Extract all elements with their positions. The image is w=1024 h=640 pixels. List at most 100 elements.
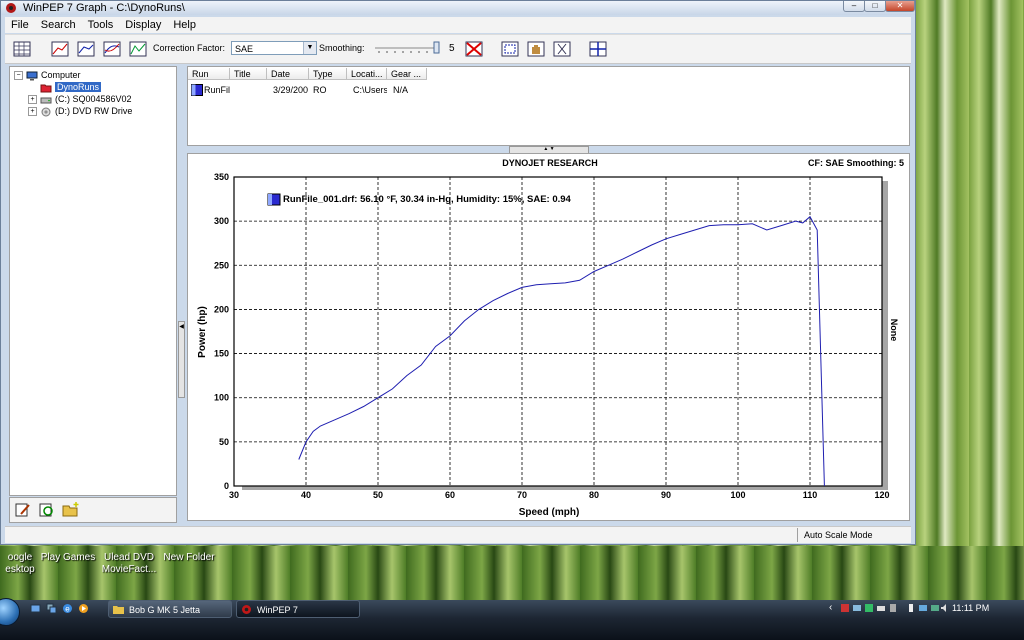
cell-location: C:\Users': [353, 85, 387, 95]
column-header-location[interactable]: Locati...: [347, 68, 387, 80]
expand-icon[interactable]: +: [28, 95, 37, 105]
menu-search[interactable]: Search: [35, 17, 82, 33]
tray-phone-icon[interactable]: [906, 603, 916, 613]
column-header-run[interactable]: Run: [188, 68, 230, 80]
tray-connection-icon[interactable]: [930, 603, 940, 613]
start-button[interactable]: [0, 598, 20, 626]
close-button[interactable]: ✕: [885, 1, 915, 12]
folder-icon: [113, 606, 124, 614]
x-tick-label: 110: [803, 490, 818, 500]
cursor-tool-icon[interactable]: [551, 38, 573, 60]
taskbar-clock[interactable]: 11:11 PM: [952, 603, 989, 613]
tray-network-icon[interactable]: [852, 603, 862, 613]
column-header-gear[interactable]: Gear ...: [387, 68, 427, 80]
tree-toolbar: [9, 497, 177, 523]
crosshair-icon[interactable]: [587, 38, 609, 60]
chevron-down-icon[interactable]: ▼: [303, 42, 316, 54]
graph-overlay-icon[interactable]: [101, 38, 123, 60]
table-view-icon[interactable]: [11, 38, 33, 60]
column-header-type[interactable]: Type: [309, 68, 347, 80]
column-header-date[interactable]: Date: [267, 68, 309, 80]
run-color-swatch-icon: [191, 84, 203, 96]
legend-text: RunFile_001.drf: 56.10 °F, 30.34 in-Hg, …: [283, 194, 572, 205]
smoothing-value: 5: [449, 43, 455, 54]
y-tick-label: 300: [214, 216, 229, 226]
tree-item-drive-d[interactable]: + (D:) DVD RW Drive: [28, 106, 132, 117]
y-tick-label: 150: [214, 349, 229, 359]
graph-view-icon[interactable]: [49, 38, 71, 60]
tree-item-drive-c[interactable]: + (C:) SQ004586V02: [28, 94, 132, 105]
desktop-icon-new-folder[interactable]: New Folder: [158, 552, 220, 564]
y-tick-label: 250: [214, 260, 229, 270]
y-tick-label: 350: [214, 172, 229, 182]
tree-item-computer[interactable]: − Computer: [14, 70, 81, 81]
tray-expand-icon[interactable]: ‹: [829, 602, 832, 613]
menu-file[interactable]: File: [5, 17, 35, 33]
chart-header-title: DYNOJET RESEARCH: [502, 158, 598, 168]
graph-view-2-icon[interactable]: [75, 38, 97, 60]
minimize-button[interactable]: –: [843, 1, 865, 12]
hard-drive-icon: [40, 97, 52, 104]
tray-app-icon[interactable]: [840, 603, 850, 613]
refresh-run-icon[interactable]: [38, 501, 56, 519]
edit-run-icon[interactable]: [14, 501, 32, 519]
menu-bar: File Search Tools Display Help: [5, 17, 911, 33]
zoom-icon[interactable]: [499, 38, 521, 60]
tray-display-icon[interactable]: [918, 603, 928, 613]
x-tick-label: 100: [730, 490, 745, 500]
desktop-icon-play-games[interactable]: Play Games: [38, 552, 98, 564]
desktop-icon-ulead-dvd[interactable]: Ulead DVD MovieFact...: [98, 552, 160, 576]
window-title: WinPEP 7 Graph - C:\DynoRuns\: [23, 2, 185, 14]
dyno-chart[interactable]: DYNOJET RESEARCH CF: SAE Smoothing: 5 05…: [188, 154, 909, 520]
x-tick-label: 80: [589, 490, 599, 500]
title-bar[interactable]: WinPEP 7 Graph - C:\DynoRuns\ – □ ✕: [1, 1, 915, 15]
correction-factor-label: Correction Factor:: [153, 43, 226, 53]
vertical-splitter[interactable]: ◀: [177, 66, 185, 522]
clear-graph-icon[interactable]: [463, 38, 485, 60]
svg-text:e: e: [65, 605, 70, 614]
smoothing-label: Smoothing:: [319, 43, 365, 53]
correction-factor-select[interactable]: SAE ▼: [231, 41, 317, 55]
menu-tools[interactable]: Tools: [82, 17, 120, 33]
pan-hand-icon[interactable]: [525, 38, 547, 60]
toolbar: Correction Factor: SAE ▼ Smoothing: 5: [5, 34, 911, 64]
x-tick-label: 120: [874, 490, 889, 500]
x-tick-label: 30: [229, 490, 239, 500]
tree-item-dynoruns[interactable]: DynoRuns: [40, 82, 102, 93]
y-axis-label: Power (hp): [197, 306, 208, 358]
x-tick-label: 60: [445, 490, 455, 500]
right-axis-label: None: [889, 319, 899, 342]
x-axis-ticks: 30 40 50 60 70 80 90 100 110 120: [229, 490, 890, 500]
desktop-icon-google-desktop[interactable]: oogle esktop: [0, 552, 40, 576]
taskbar-item-winpep[interactable]: WinPEP 7: [236, 600, 360, 618]
maximize-button[interactable]: □: [864, 1, 886, 12]
column-header-title[interactable]: Title: [230, 68, 267, 80]
y-tick-label: 50: [219, 437, 229, 447]
expand-icon[interactable]: +: [28, 107, 37, 117]
menu-help[interactable]: Help: [167, 17, 202, 33]
desktop-wallpaper-right: [915, 0, 1024, 600]
smoothing-slider[interactable]: [373, 41, 441, 55]
winpep-app-icon: [242, 605, 251, 614]
new-folder-icon[interactable]: [62, 501, 80, 519]
media-player-icon[interactable]: [78, 603, 89, 614]
graph-multi-icon[interactable]: [127, 38, 149, 60]
tray-device-icon[interactable]: [888, 603, 898, 613]
x-tick-label: 50: [373, 490, 383, 500]
splitter-collapse-icon[interactable]: ◀: [178, 321, 185, 398]
show-desktop-icon[interactable]: [30, 603, 41, 614]
menu-display[interactable]: Display: [119, 17, 167, 33]
tray-printer-icon[interactable]: [876, 603, 886, 613]
tray-security-icon[interactable]: [864, 603, 874, 613]
y-tick-label: 100: [214, 393, 229, 403]
volume-icon[interactable]: [940, 603, 950, 613]
run-table: Run Title Date Type Locati... Gear ... R…: [187, 66, 910, 146]
switch-windows-icon[interactable]: [46, 603, 57, 614]
internet-explorer-icon[interactable]: e: [62, 603, 73, 614]
cell-type: RO: [313, 85, 327, 95]
collapse-icon[interactable]: −: [14, 71, 23, 81]
taskbar-item-jetta[interactable]: Bob G MK 5 Jetta: [108, 600, 232, 618]
folder-tree: − Computer DynoRuns + (C:) SQ004586V02 + (D…: [9, 66, 177, 496]
plot-area: [233, 176, 883, 487]
winpep-window: WinPEP 7 Graph - C:\DynoRuns\ – □ ✕ File…: [0, 0, 916, 545]
